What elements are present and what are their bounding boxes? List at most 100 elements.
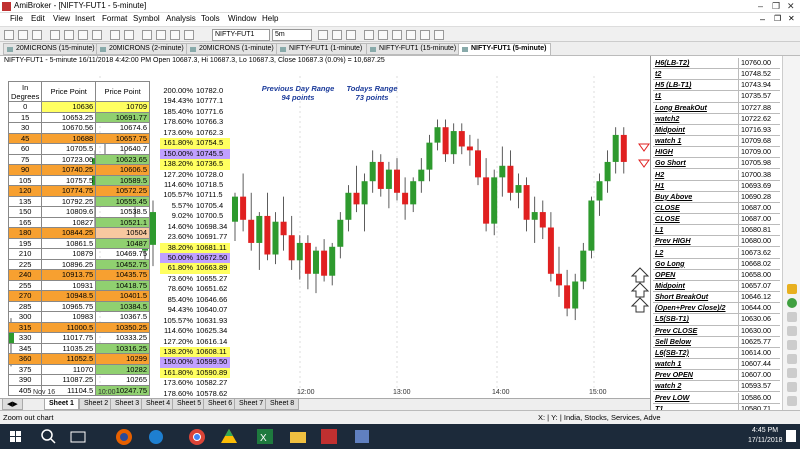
- price-cell: 10538.5: [95, 206, 150, 218]
- level-row: HIGH 10709.00: [653, 147, 780, 159]
- symbol-combo[interactable]: NIFTY-FUT1: [212, 29, 270, 41]
- sheet-tab[interactable]: Sheet 8: [265, 399, 300, 410]
- firefox-icon[interactable]: [113, 426, 135, 447]
- level-label: Midpoint: [655, 124, 685, 134]
- cut-icon[interactable]: [64, 30, 74, 40]
- degree-cell: 285: [7, 300, 43, 312]
- tab-20microns-15min[interactable]: 20MICRONS (15-minute): [3, 43, 100, 55]
- draw-line-icon[interactable]: [364, 30, 374, 40]
- prev-range-value: 94 points: [281, 93, 315, 102]
- menu-view[interactable]: View: [53, 14, 70, 23]
- app-icon[interactable]: [351, 426, 373, 447]
- draw-rect-icon[interactable]: [406, 30, 416, 40]
- refresh-icon[interactable]: [170, 30, 180, 40]
- menu-edit[interactable]: Edit: [31, 14, 45, 23]
- level-value: 10680.81: [741, 225, 771, 235]
- sheet-tab[interactable]: Sheet 1: [44, 399, 79, 410]
- zoom-in-icon[interactable]: [142, 30, 152, 40]
- sidebar-info-icon[interactable]: [787, 284, 797, 294]
- degree-cell: 15: [7, 111, 43, 123]
- sheet-tab[interactable]: Sheet 5: [172, 399, 207, 410]
- sheet-tab[interactable]: Sheet 7: [234, 399, 269, 410]
- sheet-nav-icon[interactable]: ◀▶: [2, 399, 23, 410]
- candle-body: [547, 227, 554, 274]
- redo-icon[interactable]: [124, 30, 134, 40]
- chart-bar-icon[interactable]: [332, 30, 342, 40]
- today-range-title: Todays Range: [346, 84, 398, 93]
- level-label: Long BreakOut: [655, 102, 707, 112]
- cursor-icon[interactable]: [184, 30, 194, 40]
- print-icon[interactable]: [50, 30, 60, 40]
- close-icon[interactable]: ✕: [787, 1, 795, 12]
- ie-icon[interactable]: [145, 426, 167, 447]
- sheet-tab[interactable]: Sheet 6: [203, 399, 238, 410]
- tab-nifty-1min[interactable]: NIFTY-FUT1 (1-minute): [276, 43, 368, 55]
- interval-combo[interactable]: 5m: [272, 29, 312, 41]
- degree-cell: 375: [7, 363, 43, 375]
- menu-symbol[interactable]: Symbol: [133, 14, 160, 23]
- mdi-restore-icon[interactable]: ❐: [774, 14, 781, 23]
- chart-line-icon[interactable]: [318, 30, 328, 40]
- table-row: 390 11087.25 10265: [7, 374, 150, 386]
- menu-insert[interactable]: Insert: [75, 14, 95, 23]
- amibroker-icon[interactable]: [318, 426, 340, 447]
- fib-percent: 173.60%: [163, 127, 193, 137]
- sidebar-tool-icon[interactable]: [787, 396, 797, 406]
- open-icon[interactable]: [18, 30, 28, 40]
- sheet-tab[interactable]: Sheet 3: [110, 399, 145, 410]
- mdi-minimize-icon[interactable]: –: [760, 14, 765, 24]
- sidebar-add-icon[interactable]: [787, 298, 797, 308]
- mdi-close-icon[interactable]: ✕: [788, 14, 795, 23]
- drive-icon[interactable]: [218, 426, 240, 447]
- sidebar-tool-icon[interactable]: [787, 382, 797, 392]
- save-icon[interactable]: [32, 30, 42, 40]
- fib-level-row: 94.43% 10640.07: [160, 305, 230, 315]
- start-icon[interactable]: [5, 426, 27, 447]
- tab-20microns-2min[interactable]: 20MICRONS (2-minute): [96, 43, 189, 55]
- arrow-icon[interactable]: [434, 30, 444, 40]
- sheet-tab[interactable]: Sheet 4: [141, 399, 176, 410]
- sidebar-tool-icon[interactable]: [787, 368, 797, 378]
- paste-icon[interactable]: [92, 30, 102, 40]
- excel-icon[interactable]: X: [254, 426, 276, 447]
- degree-cell: 30: [7, 122, 43, 134]
- level-divider: [738, 180, 739, 192]
- undo-icon[interactable]: [110, 30, 120, 40]
- sidebar-tool-icon[interactable]: [787, 340, 797, 350]
- menu-help[interactable]: Help: [262, 14, 278, 23]
- file-explorer-icon[interactable]: [287, 426, 309, 447]
- candle-body: [256, 215, 263, 243]
- zoom-out-icon[interactable]: [156, 30, 166, 40]
- price-cell: 11052.5: [41, 353, 97, 365]
- menu-tools[interactable]: Tools: [201, 14, 220, 23]
- menu-file[interactable]: File: [10, 14, 23, 23]
- search-icon[interactable]: [37, 426, 59, 447]
- tab-20microns-1min[interactable]: 20MICRONS (1-minute): [186, 43, 279, 55]
- restore-icon[interactable]: ❐: [772, 1, 780, 12]
- tab-nifty-5min[interactable]: NIFTY-FUT1 (5-minute): [458, 43, 552, 55]
- copy-icon[interactable]: [78, 30, 88, 40]
- fib-level-row: 161.80% 10590.89: [160, 367, 230, 379]
- sidebar-tool-icon[interactable]: [787, 354, 797, 364]
- tab-nifty-15min[interactable]: NIFTY-FUT1 (15-minute): [366, 43, 462, 55]
- price-cell: 10401.5: [95, 290, 150, 302]
- menu-window[interactable]: Window: [228, 14, 256, 23]
- task-view-icon[interactable]: [67, 426, 89, 447]
- menu-format[interactable]: Format: [102, 14, 127, 23]
- draw-text-icon[interactable]: [378, 30, 388, 40]
- table-row: 180 10844.25 10504: [7, 227, 150, 239]
- level-label: Prev OPEN: [655, 370, 693, 380]
- minimize-icon[interactable]: –: [758, 1, 763, 11]
- notification-icon[interactable]: [786, 430, 796, 442]
- new-icon[interactable]: [4, 30, 14, 40]
- draw-ellipse-icon[interactable]: [420, 30, 430, 40]
- sidebar-tool-icon[interactable]: [787, 326, 797, 336]
- fib-value: 10771.6: [196, 106, 224, 116]
- table-row: 285 10965.75 10384.5: [7, 300, 150, 312]
- chrome-icon[interactable]: [186, 426, 208, 447]
- sheet-tab[interactable]: Sheet 2: [79, 399, 114, 410]
- menu-analysis[interactable]: Analysis: [166, 14, 196, 23]
- chart-candle-icon[interactable]: [346, 30, 356, 40]
- fibonacci-icon[interactable]: [392, 30, 402, 40]
- sidebar-tool-icon[interactable]: [787, 312, 797, 322]
